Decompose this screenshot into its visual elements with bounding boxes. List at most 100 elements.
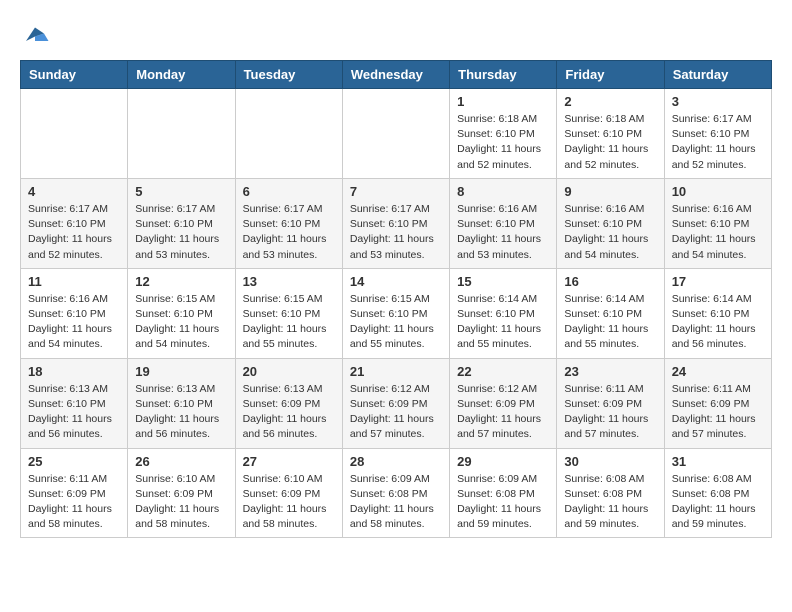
calendar-cell: 25 Sunrise: 6:11 AM Sunset: 6:09 PM Dayli… xyxy=(21,448,128,538)
day-number: 3 xyxy=(672,94,764,109)
day-number: 25 xyxy=(28,454,120,469)
day-info: Sunrise: 6:15 AM Sunset: 6:10 PM Dayligh… xyxy=(350,292,442,353)
calendar-cell: 27Sunrise: 6:10 AM Sunset: 6:09 PM Dayli… xyxy=(235,448,342,538)
calendar-cell: 11 Sunrise: 6:16 AM Sunset: 6:10 PM Dayli… xyxy=(21,268,128,358)
calendar-cell xyxy=(128,89,235,179)
calendar-cell: 17Sunrise: 6:14 AM Sunset: 6:10 PM Dayli… xyxy=(664,268,771,358)
day-info: Sunrise: 6:14 AM Sunset: 6:10 PM Dayligh… xyxy=(457,292,549,353)
day-number: 16 xyxy=(564,274,656,289)
calendar-cell: 15 Sunrise: 6:14 AM Sunset: 6:10 PM Dayli… xyxy=(450,268,557,358)
day-number: 24 xyxy=(672,364,764,379)
day-info: Sunrise: 6:14 AM Sunset: 6:10 PM Dayligh… xyxy=(564,292,656,353)
day-number: 26 xyxy=(135,454,227,469)
day-number: 14 xyxy=(350,274,442,289)
calendar-cell: 29Sunrise: 6:09 AM Sunset: 6:08 PM Dayli… xyxy=(450,448,557,538)
calendar-cell: 12 Sunrise: 6:15 AM Sunset: 6:10 PM Dayli… xyxy=(128,268,235,358)
calendar-cell: 7Sunrise: 6:17 AM Sunset: 6:10 PM Daylig… xyxy=(342,178,449,268)
calendar-cell: 21Sunrise: 6:12 AM Sunset: 6:09 PM Dayli… xyxy=(342,358,449,448)
calendar-cell: 14 Sunrise: 6:15 AM Sunset: 6:10 PM Dayli… xyxy=(342,268,449,358)
day-number: 1 xyxy=(457,94,549,109)
day-number: 6 xyxy=(243,184,335,199)
day-info: Sunrise: 6:16 AM Sunset: 6:10 PM Dayligh… xyxy=(672,202,764,263)
day-number: 13 xyxy=(243,274,335,289)
weekday-header-row: SundayMondayTuesdayWednesdayThursdayFrid… xyxy=(21,61,772,89)
calendar-cell: 1 Sunrise: 6:18 AM Sunset: 6:10 PM Daylig… xyxy=(450,89,557,179)
calendar-cell: 31 Sunrise: 6:08 AM Sunset: 6:08 PM Dayli… xyxy=(664,448,771,538)
page-header xyxy=(20,20,772,50)
weekday-header-sunday: Sunday xyxy=(21,61,128,89)
calendar-cell: 18Sunrise: 6:13 AM Sunset: 6:10 PM Dayli… xyxy=(21,358,128,448)
day-number: 9 xyxy=(564,184,656,199)
logo xyxy=(20,20,54,50)
day-number: 28 xyxy=(350,454,442,469)
day-number: 31 xyxy=(672,454,764,469)
day-number: 5 xyxy=(135,184,227,199)
calendar-cell: 3 Sunrise: 6:17 AM Sunset: 6:10 PM Daylig… xyxy=(664,89,771,179)
day-info: Sunrise: 6:11 AM Sunset: 6:09 PM Dayligh… xyxy=(564,382,656,443)
day-info: Sunrise: 6:11 AM Sunset: 6:09 PM Dayligh… xyxy=(28,472,120,533)
day-info: Sunrise: 6:17 AM Sunset: 6:10 PM Dayligh… xyxy=(243,202,335,263)
calendar-cell: 2 Sunrise: 6:18 AM Sunset: 6:10 PM Daylig… xyxy=(557,89,664,179)
calendar-cell xyxy=(342,89,449,179)
day-info: Sunrise: 6:08 AM Sunset: 6:08 PM Dayligh… xyxy=(672,472,764,533)
calendar-week-row: 11 Sunrise: 6:16 AM Sunset: 6:10 PM Dayli… xyxy=(21,268,772,358)
day-number: 17 xyxy=(672,274,764,289)
day-info: Sunrise: 6:17 AM Sunset: 6:10 PM Dayligh… xyxy=(28,202,120,263)
calendar-cell: 5 Sunrise: 6:17 AM Sunset: 6:10 PM Daylig… xyxy=(128,178,235,268)
calendar-week-row: 1 Sunrise: 6:18 AM Sunset: 6:10 PM Daylig… xyxy=(21,89,772,179)
calendar-cell xyxy=(235,89,342,179)
day-info: Sunrise: 6:10 AM Sunset: 6:09 PM Dayligh… xyxy=(243,472,335,533)
calendar-cell: 19 Sunrise: 6:13 AM Sunset: 6:10 PM Dayli… xyxy=(128,358,235,448)
calendar-week-row: 18Sunrise: 6:13 AM Sunset: 6:10 PM Dayli… xyxy=(21,358,772,448)
calendar-body: 1 Sunrise: 6:18 AM Sunset: 6:10 PM Daylig… xyxy=(21,89,772,538)
day-info: Sunrise: 6:15 AM Sunset: 6:10 PM Dayligh… xyxy=(243,292,335,353)
day-number: 19 xyxy=(135,364,227,379)
calendar-week-row: 25 Sunrise: 6:11 AM Sunset: 6:09 PM Dayli… xyxy=(21,448,772,538)
calendar-header: SundayMondayTuesdayWednesdayThursdayFrid… xyxy=(21,61,772,89)
calendar-table: SundayMondayTuesdayWednesdayThursdayFrid… xyxy=(20,60,772,538)
day-info: Sunrise: 6:13 AM Sunset: 6:10 PM Dayligh… xyxy=(135,382,227,443)
calendar-cell: 28 Sunrise: 6:09 AM Sunset: 6:08 PM Dayli… xyxy=(342,448,449,538)
day-info: Sunrise: 6:18 AM Sunset: 6:10 PM Dayligh… xyxy=(457,112,549,173)
day-number: 29 xyxy=(457,454,549,469)
calendar-cell: 16 Sunrise: 6:14 AM Sunset: 6:10 PM Dayli… xyxy=(557,268,664,358)
day-info: Sunrise: 6:18 AM Sunset: 6:10 PM Dayligh… xyxy=(564,112,656,173)
calendar-cell: 8 Sunrise: 6:16 AM Sunset: 6:10 PM Daylig… xyxy=(450,178,557,268)
day-number: 11 xyxy=(28,274,120,289)
day-number: 8 xyxy=(457,184,549,199)
day-info: Sunrise: 6:16 AM Sunset: 6:10 PM Dayligh… xyxy=(28,292,120,353)
calendar-cell: 6 Sunrise: 6:17 AM Sunset: 6:10 PM Daylig… xyxy=(235,178,342,268)
day-info: Sunrise: 6:16 AM Sunset: 6:10 PM Dayligh… xyxy=(564,202,656,263)
day-number: 10 xyxy=(672,184,764,199)
day-info: Sunrise: 6:10 AM Sunset: 6:09 PM Dayligh… xyxy=(135,472,227,533)
calendar-cell: 13 Sunrise: 6:15 AM Sunset: 6:10 PM Dayli… xyxy=(235,268,342,358)
weekday-header-tuesday: Tuesday xyxy=(235,61,342,89)
calendar-cell: 22Sunrise: 6:12 AM Sunset: 6:09 PM Dayli… xyxy=(450,358,557,448)
weekday-header-wednesday: Wednesday xyxy=(342,61,449,89)
day-number: 20 xyxy=(243,364,335,379)
day-info: Sunrise: 6:09 AM Sunset: 6:08 PM Dayligh… xyxy=(350,472,442,533)
day-info: Sunrise: 6:15 AM Sunset: 6:10 PM Dayligh… xyxy=(135,292,227,353)
calendar-cell: 26 Sunrise: 6:10 AM Sunset: 6:09 PM Dayli… xyxy=(128,448,235,538)
day-number: 12 xyxy=(135,274,227,289)
logo-bird-icon xyxy=(20,20,50,50)
calendar-cell: 20Sunrise: 6:13 AM Sunset: 6:09 PM Dayli… xyxy=(235,358,342,448)
calendar-cell: 30 Sunrise: 6:08 AM Sunset: 6:08 PM Dayli… xyxy=(557,448,664,538)
weekday-header-friday: Friday xyxy=(557,61,664,89)
day-info: Sunrise: 6:17 AM Sunset: 6:10 PM Dayligh… xyxy=(135,202,227,263)
day-number: 30 xyxy=(564,454,656,469)
calendar-cell: 23 Sunrise: 6:11 AM Sunset: 6:09 PM Dayli… xyxy=(557,358,664,448)
day-info: Sunrise: 6:16 AM Sunset: 6:10 PM Dayligh… xyxy=(457,202,549,263)
day-info: Sunrise: 6:17 AM Sunset: 6:10 PM Dayligh… xyxy=(672,112,764,173)
day-info: Sunrise: 6:08 AM Sunset: 6:08 PM Dayligh… xyxy=(564,472,656,533)
day-number: 2 xyxy=(564,94,656,109)
calendar-cell: 9 Sunrise: 6:16 AM Sunset: 6:10 PM Daylig… xyxy=(557,178,664,268)
weekday-header-saturday: Saturday xyxy=(664,61,771,89)
day-info: Sunrise: 6:12 AM Sunset: 6:09 PM Dayligh… xyxy=(350,382,442,443)
day-info: Sunrise: 6:12 AM Sunset: 6:09 PM Dayligh… xyxy=(457,382,549,443)
day-info: Sunrise: 6:13 AM Sunset: 6:10 PM Dayligh… xyxy=(28,382,120,443)
day-number: 23 xyxy=(564,364,656,379)
day-number: 7 xyxy=(350,184,442,199)
day-number: 15 xyxy=(457,274,549,289)
calendar-cell: 4Sunrise: 6:17 AM Sunset: 6:10 PM Daylig… xyxy=(21,178,128,268)
